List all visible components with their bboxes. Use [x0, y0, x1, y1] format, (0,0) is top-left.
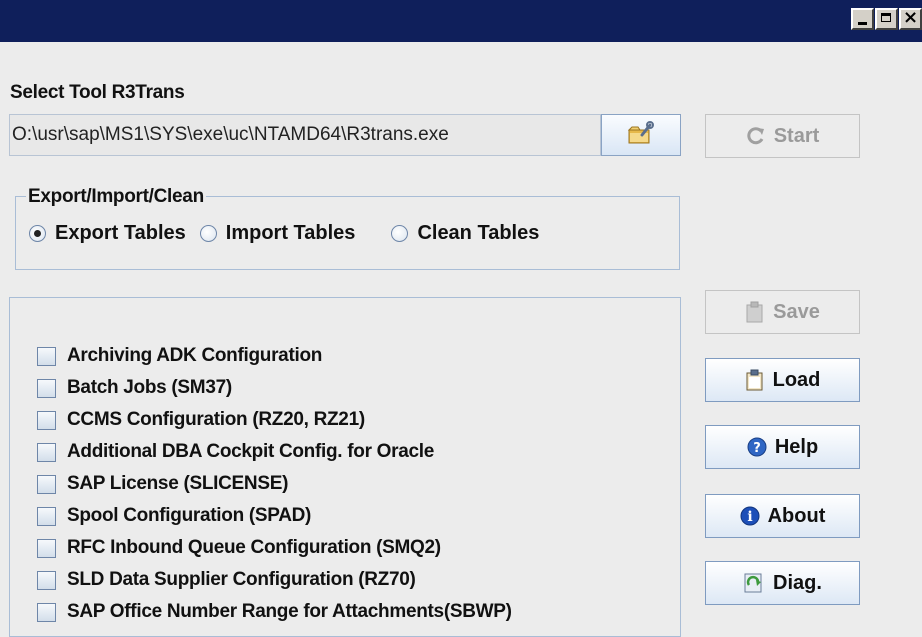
start-button[interactable]: Start [705, 114, 860, 158]
radio-unselected-icon [391, 225, 409, 242]
mode-radio-row: Export Tables Import Tables Clean Tables [29, 222, 553, 245]
checkbox[interactable] [37, 538, 56, 558]
checkbox-label: SLD Data Supplier Configuration (RZ70) [67, 569, 416, 590]
save-button[interactable]: Save [705, 290, 860, 334]
help-button-label: Help [774, 435, 819, 458]
list-item[interactable]: SAP License (SLICENSE) [37, 468, 512, 500]
about-button-label: About [767, 504, 826, 527]
window-controls: × [850, 8, 922, 30]
r3trans-path-field[interactable]: O:\usr\sap\MS1\SYS\exe\uc\NTAMD64\R3tran… [9, 114, 601, 156]
diagnostics-icon [743, 572, 765, 594]
checkbox[interactable] [37, 378, 56, 398]
list-item[interactable]: RFC Inbound Queue Configuration (SMQ2) [37, 532, 512, 564]
diag-button-label: Diag. [773, 571, 822, 594]
checkbox[interactable] [37, 602, 56, 622]
radio-selected-icon [29, 225, 46, 242]
list-item[interactable]: SAP Office Number Range for Attachments(… [37, 596, 512, 628]
info-icon: i [740, 506, 760, 526]
radio-import-tables[interactable]: Import Tables [199, 222, 356, 245]
list-item[interactable]: Archiving ADK Configuration [37, 340, 512, 372]
clipboard-icon [745, 301, 765, 323]
help-button[interactable]: ? Help [705, 425, 860, 469]
folder-wrench-icon [627, 120, 654, 150]
maximize-icon[interactable] [875, 8, 898, 30]
radio-clean-tables[interactable]: Clean Tables [391, 222, 539, 245]
checkbox-label: Additional DBA Cockpit Config. for Oracl… [67, 441, 435, 462]
mode-group-title: Export/Import/Clean [26, 186, 206, 208]
checkbox[interactable] [37, 570, 56, 590]
checkbox-label: SAP License (SLICENSE) [67, 473, 289, 494]
list-item[interactable]: CCMS Configuration (RZ20, RZ21) [37, 404, 512, 436]
refresh-icon [746, 126, 766, 146]
list-item[interactable]: Spool Configuration (SPAD) [37, 500, 512, 532]
title-bar: × [0, 0, 922, 42]
question-icon: ? [747, 437, 767, 457]
start-button-label: Start [773, 124, 820, 147]
about-button[interactable]: i About [705, 494, 860, 538]
select-tool-label: Select Tool R3Trans [10, 82, 185, 103]
svg-text:i: i [747, 509, 752, 525]
radio-export-tables[interactable]: Export Tables [29, 222, 186, 245]
browse-button[interactable] [601, 114, 681, 156]
minimize-icon[interactable] [851, 8, 874, 30]
list-item[interactable]: Additional DBA Cockpit Config. for Oracl… [37, 436, 512, 468]
svg-text:?: ? [753, 441, 761, 456]
clipboard-icon [745, 369, 765, 391]
radio-import-label: Import Tables [225, 222, 356, 244]
close-icon[interactable]: × [899, 8, 922, 30]
checkbox-label: Batch Jobs (SM37) [67, 377, 232, 398]
checkbox[interactable] [37, 474, 56, 494]
radio-unselected-icon [199, 225, 217, 242]
checkbox-label: CCMS Configuration (RZ20, RZ21) [67, 409, 365, 430]
radio-clean-label: Clean Tables [417, 222, 540, 244]
checkbox[interactable] [37, 442, 56, 462]
list-item[interactable]: Batch Jobs (SM37) [37, 372, 512, 404]
diag-button[interactable]: Diag. [705, 561, 860, 605]
checkbox[interactable] [37, 346, 56, 366]
radio-export-label: Export Tables [55, 222, 186, 244]
save-button-label: Save [773, 300, 820, 323]
load-button[interactable]: Load [705, 358, 860, 402]
load-button-label: Load [772, 368, 821, 391]
checkbox[interactable] [37, 506, 56, 526]
checkbox-label: Archiving ADK Configuration [67, 345, 323, 366]
checkbox-label: SAP Office Number Range for Attachments(… [67, 601, 512, 622]
checkbox-label: RFC Inbound Queue Configuration (SMQ2) [67, 537, 441, 558]
checkbox-label: Spool Configuration (SPAD) [67, 505, 312, 526]
table-checkbox-list: Archiving ADK Configuration Batch Jobs (… [37, 340, 512, 628]
checkbox[interactable] [37, 410, 56, 430]
list-item[interactable]: SLD Data Supplier Configuration (RZ70) [37, 564, 512, 596]
